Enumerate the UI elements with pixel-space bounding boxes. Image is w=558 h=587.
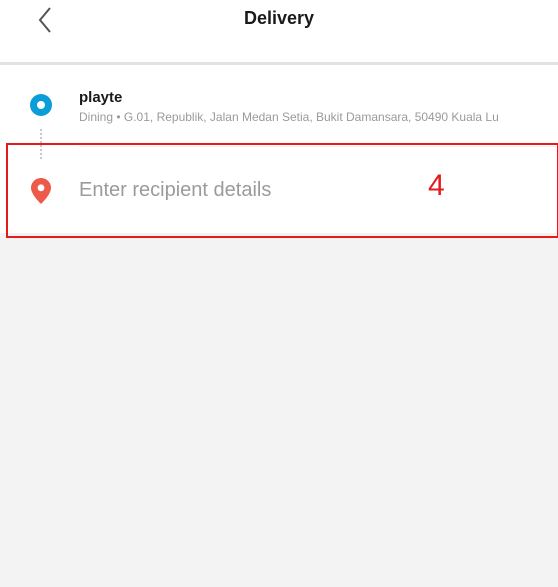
pickup-address: Dining • G.01, Republik, Jalan Medan Set… [79, 110, 499, 124]
pickup-dot-icon [30, 94, 52, 116]
pickup-location-row[interactable]: playte Dining • G.01, Republik, Jalan Me… [0, 87, 558, 137]
page-title: Delivery [243, 8, 315, 28]
annotation-step-label: 4 [428, 169, 445, 202]
annotation-highlight-box [6, 143, 558, 238]
pickup-name: playte [79, 89, 123, 106]
app-header: Delivery [0, 0, 558, 62]
